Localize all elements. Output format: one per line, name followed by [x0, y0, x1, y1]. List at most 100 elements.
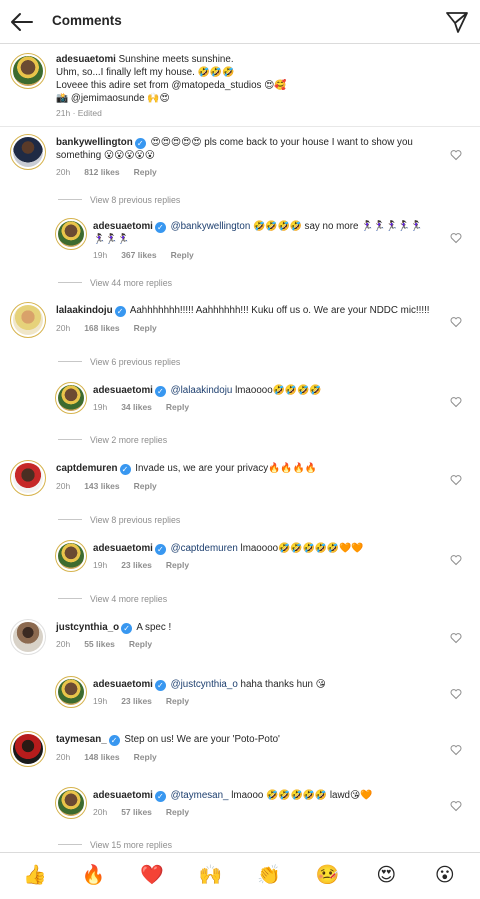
- view-replies-link[interactable]: View 44 more replies: [58, 278, 172, 288]
- divider: [58, 519, 82, 520]
- likes-count[interactable]: 23 likes: [121, 696, 152, 706]
- avatar[interactable]: [10, 460, 46, 496]
- comment-username[interactable]: taymesan_: [56, 734, 107, 745]
- comment-username[interactable]: bankywellington: [56, 137, 133, 148]
- top-bar: Comments: [0, 0, 480, 44]
- comment-username[interactable]: captdemuren: [56, 463, 118, 474]
- comment-username[interactable]: adesuaetomi: [93, 790, 153, 801]
- reply-button[interactable]: Reply: [134, 481, 157, 491]
- verified-badge-icon: ✓: [119, 464, 131, 475]
- caption-time: 21h: [56, 108, 71, 118]
- surprised-face-emoji-button[interactable]: 😮: [429, 860, 461, 892]
- heart-icon[interactable]: [450, 149, 462, 161]
- caption-username[interactable]: adesuaetomi: [56, 54, 116, 65]
- back-arrow-icon[interactable]: [8, 8, 36, 36]
- likes-count[interactable]: 57 likes: [121, 807, 152, 817]
- likes-count[interactable]: 148 likes: [84, 752, 119, 762]
- fire-emoji-button[interactable]: 🔥: [78, 860, 110, 892]
- comment-time: 19h: [93, 696, 108, 706]
- comment-username[interactable]: lalaakindoju: [56, 305, 113, 316]
- comment-time: 19h: [93, 402, 108, 412]
- comment-username[interactable]: adesuaetomi: [93, 385, 153, 396]
- likes-count[interactable]: 812 likes: [84, 167, 119, 177]
- heart-icon[interactable]: [450, 396, 462, 408]
- comment-username[interactable]: justcynthia_o: [56, 622, 119, 633]
- heart-icon[interactable]: [450, 316, 462, 328]
- caption-line: Loveee this adire set from @matopeda_stu…: [56, 80, 287, 91]
- comment-username[interactable]: adesuaetomi: [93, 543, 153, 554]
- heart-eyes-emoji-button[interactable]: 😍: [370, 860, 402, 892]
- emoji-reaction-bar: 👍 🔥 ❤️ 🙌 👏 🤒 😍 😮: [0, 852, 480, 899]
- avatar[interactable]: [10, 619, 46, 655]
- avatar[interactable]: [10, 53, 46, 89]
- likes-count[interactable]: 168 likes: [84, 323, 119, 333]
- heart-icon[interactable]: [450, 800, 462, 812]
- caption-line: Uhm, so...I finally left my house. 🤣🤣🤣: [56, 67, 235, 78]
- avatar[interactable]: [55, 676, 87, 708]
- sick-face-emoji-button[interactable]: 🤒: [312, 860, 344, 892]
- likes-count[interactable]: 143 likes: [84, 481, 119, 491]
- likes-count[interactable]: 367 likes: [121, 250, 156, 260]
- avatar[interactable]: [55, 382, 87, 414]
- view-replies-link[interactable]: View 15 more replies: [58, 840, 172, 850]
- heart-icon[interactable]: [450, 688, 462, 700]
- heart-icon[interactable]: [450, 632, 462, 644]
- mention-link[interactable]: @bankywellington: [171, 221, 251, 232]
- likes-count[interactable]: 55 likes: [84, 639, 115, 649]
- comment-time: 20h: [93, 807, 108, 817]
- raised-hands-emoji-button[interactable]: 🙌: [195, 860, 227, 892]
- view-replies-link[interactable]: View 2 more replies: [58, 435, 167, 445]
- comment-time: 19h: [93, 250, 108, 260]
- divider: [58, 844, 82, 845]
- view-replies-link[interactable]: View 6 previous replies: [58, 357, 180, 367]
- reply-button[interactable]: Reply: [171, 250, 194, 260]
- paper-plane-icon[interactable]: [444, 9, 470, 35]
- avatar[interactable]: [55, 540, 87, 572]
- reply-button[interactable]: Reply: [129, 639, 152, 649]
- mention-link[interactable]: @taymesan_: [171, 790, 229, 801]
- avatar[interactable]: [55, 218, 87, 250]
- mention-link[interactable]: @justcynthia_o: [171, 679, 238, 690]
- heart-icon[interactable]: [450, 232, 462, 244]
- reply-button[interactable]: Reply: [134, 323, 157, 333]
- edited-label: · Edited: [72, 108, 102, 118]
- view-replies-link[interactable]: View 8 previous replies: [58, 195, 180, 205]
- view-replies-link[interactable]: View 4 more replies: [58, 594, 167, 604]
- verified-badge-icon: ✓: [134, 138, 146, 149]
- comment-time: 20h: [56, 323, 71, 333]
- verified-badge-icon: ✓: [154, 791, 166, 802]
- likes-count[interactable]: 23 likes: [121, 560, 152, 570]
- comment-text: haha thanks hun 😘: [240, 679, 326, 690]
- heart-icon[interactable]: [450, 744, 462, 756]
- avatar[interactable]: [10, 134, 46, 170]
- reply-button[interactable]: Reply: [166, 402, 189, 412]
- mention-link[interactable]: @captdemuren: [171, 543, 238, 554]
- comment-text: lmaooo 🤣🤣🤣🤣🤣 lawd😘🧡: [231, 790, 373, 801]
- likes-count[interactable]: 34 likes: [121, 402, 152, 412]
- avatar[interactable]: [55, 787, 87, 819]
- comment-username[interactable]: adesuaetomi: [93, 221, 153, 232]
- comment-text: Step on us! We are your 'Poto-Poto': [124, 734, 280, 745]
- comment-username[interactable]: adesuaetomi: [93, 679, 153, 690]
- thumbs-up-emoji-button[interactable]: 👍: [19, 860, 51, 892]
- heart-emoji-button[interactable]: ❤️: [136, 860, 168, 892]
- heart-icon[interactable]: [450, 554, 462, 566]
- divider: [58, 439, 82, 440]
- view-replies-link[interactable]: View 8 previous replies: [58, 515, 180, 525]
- reply-button[interactable]: Reply: [134, 752, 157, 762]
- reply-button[interactable]: Reply: [134, 167, 157, 177]
- reply-button[interactable]: Reply: [166, 560, 189, 570]
- reply-button[interactable]: Reply: [166, 696, 189, 706]
- comment-text: Invade us, we are your privacy🔥🔥🔥🔥: [135, 463, 317, 474]
- avatar[interactable]: [10, 731, 46, 767]
- verified-badge-icon: ✓: [108, 735, 120, 746]
- heart-icon[interactable]: [450, 474, 462, 486]
- divider: [58, 598, 82, 599]
- mention-link[interactable]: @lalaakindoju: [171, 385, 233, 396]
- comment-time: 20h: [56, 752, 71, 762]
- page-title: Comments: [52, 13, 122, 28]
- reply-button[interactable]: Reply: [166, 807, 189, 817]
- clapping-emoji-button[interactable]: 👏: [253, 860, 285, 892]
- comment-time: 20h: [56, 639, 71, 649]
- avatar[interactable]: [10, 302, 46, 338]
